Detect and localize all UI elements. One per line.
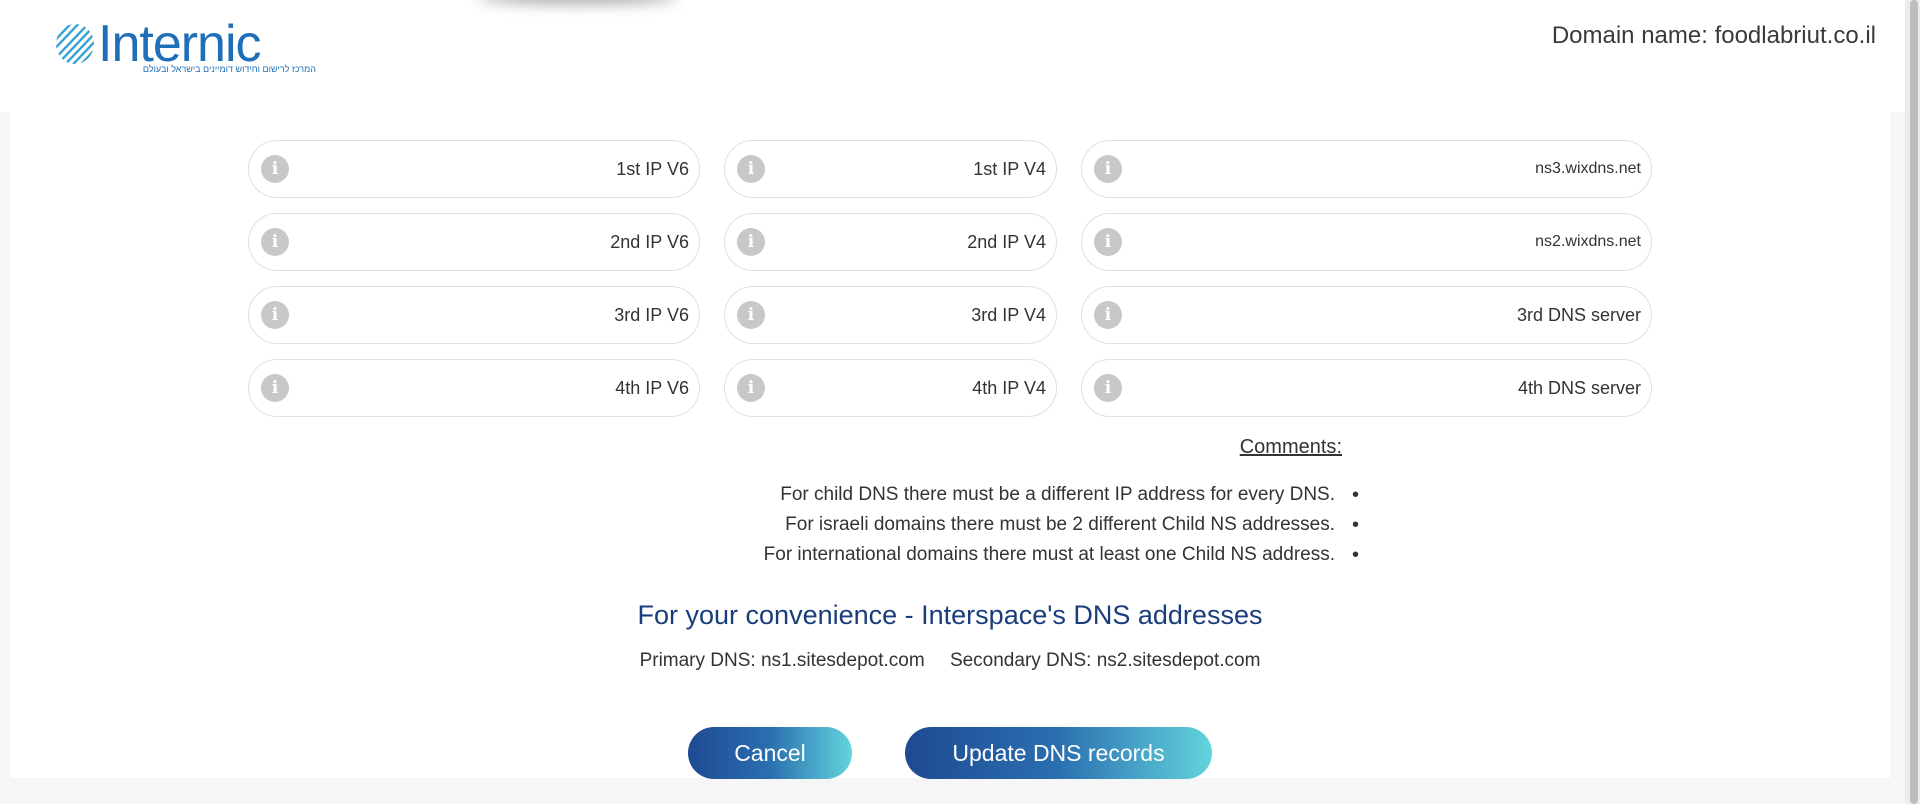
internic-logo-icon [56, 24, 94, 64]
convenience-heading: For your convenience - Interspace's DNS … [637, 600, 1263, 630]
info-icon[interactable]: i [737, 301, 765, 329]
field-placeholder: 4th IP V6 [615, 377, 689, 398]
internic-logo[interactable]: Internic המרכז לרישום וחידוש דומיינים בי… [54, 15, 316, 80]
info-icon[interactable]: i [1094, 301, 1122, 329]
header: Internic המרכז לרישום וחידוש דומיינים בי… [0, 0, 1905, 112]
ipv6-field-3[interactable]: i 3rd IP V6 [248, 286, 700, 344]
field-value: ns2.wixdns.net [1535, 233, 1641, 250]
domain-name-label: Domain name: foodlabriut.co.il [1551, 22, 1876, 49]
field-placeholder: 3rd IP V6 [614, 304, 689, 325]
field-placeholder: 3rd DNS server [1516, 304, 1641, 325]
list-item: .For child DNS there must be a different… [764, 480, 1359, 510]
interspace-dns-row: Primary DNS: ns1.sitesdepot.com Secondar… [0, 650, 1900, 672]
ipv4-field-4[interactable]: i 4th IP V4 [724, 359, 1057, 417]
ipv4-field-2[interactable]: i 2nd IP V4 [724, 213, 1057, 271]
ipv6-field-4[interactable]: i 4th IP V6 [248, 359, 700, 417]
field-placeholder: 3rd IP V4 [971, 304, 1046, 325]
info-icon[interactable]: i [737, 228, 765, 256]
bullet-icon: • [1351, 513, 1359, 536]
dns-server-field-3[interactable]: i 3rd DNS server [1081, 286, 1652, 344]
logo-tagline: המרכז לרישום וחידוש דומיינים בישראל ובעו… [142, 64, 316, 74]
info-icon[interactable]: i [1094, 228, 1122, 256]
info-icon[interactable]: i [261, 374, 289, 402]
field-placeholder: 1st IP V4 [973, 158, 1046, 179]
cancel-button[interactable]: Cancel [688, 727, 852, 779]
comment-text: .For child DNS there must be a different… [780, 484, 1335, 505]
secondary-dns-text: Secondary DNS: ns2.sitesdepot.com [949, 650, 1261, 671]
info-icon[interactable]: i [1094, 155, 1122, 183]
comment-text: .For israeli domains there must be 2 dif… [785, 514, 1335, 535]
dns-form-card [10, 112, 1890, 778]
comments-title: :Comments [1239, 436, 1342, 458]
update-dns-records-button[interactable]: Update DNS records [905, 727, 1212, 779]
scrollbar[interactable] [1905, 0, 1920, 804]
comments-list: .For child DNS there must be a different… [764, 480, 1359, 570]
dns-server-field-4[interactable]: i 4th DNS server [1081, 359, 1652, 417]
list-item: .For international domains there must at… [764, 540, 1359, 570]
ipv6-field-2[interactable]: i 2nd IP V6 [248, 213, 700, 271]
ipv4-field-3[interactable]: i 3rd IP V4 [724, 286, 1057, 344]
info-icon[interactable]: i [261, 155, 289, 183]
ipv6-field-1[interactable]: i 1st IP V6 [248, 140, 700, 198]
dns-server-field-2[interactable]: i ns2.wixdns.net [1081, 213, 1652, 271]
comment-text: .For international domains there must at… [763, 544, 1335, 565]
info-icon[interactable]: i [1094, 374, 1122, 402]
scrollbar-thumb[interactable] [1910, 0, 1918, 804]
field-placeholder: 2nd IP V4 [967, 231, 1046, 252]
field-placeholder: 1st IP V6 [616, 158, 689, 179]
info-icon[interactable]: i [261, 228, 289, 256]
info-icon[interactable]: i [261, 301, 289, 329]
field-placeholder: 4th DNS server [1517, 377, 1641, 398]
primary-dns-text: Primary DNS: ns1.sitesdepot.com [639, 650, 925, 671]
info-icon[interactable]: i [737, 374, 765, 402]
dns-server-field-1[interactable]: i ns3.wixdns.net [1081, 140, 1652, 198]
field-value: ns3.wixdns.net [1535, 160, 1641, 177]
info-icon[interactable]: i [737, 155, 765, 183]
field-placeholder: 2nd IP V6 [610, 231, 689, 252]
list-item: .For israeli domains there must be 2 dif… [764, 510, 1359, 540]
bullet-icon: • [1351, 483, 1359, 506]
bullet-icon: • [1351, 543, 1359, 566]
field-placeholder: 4th IP V4 [972, 377, 1046, 398]
ipv4-field-1[interactable]: i 1st IP V4 [724, 140, 1057, 198]
